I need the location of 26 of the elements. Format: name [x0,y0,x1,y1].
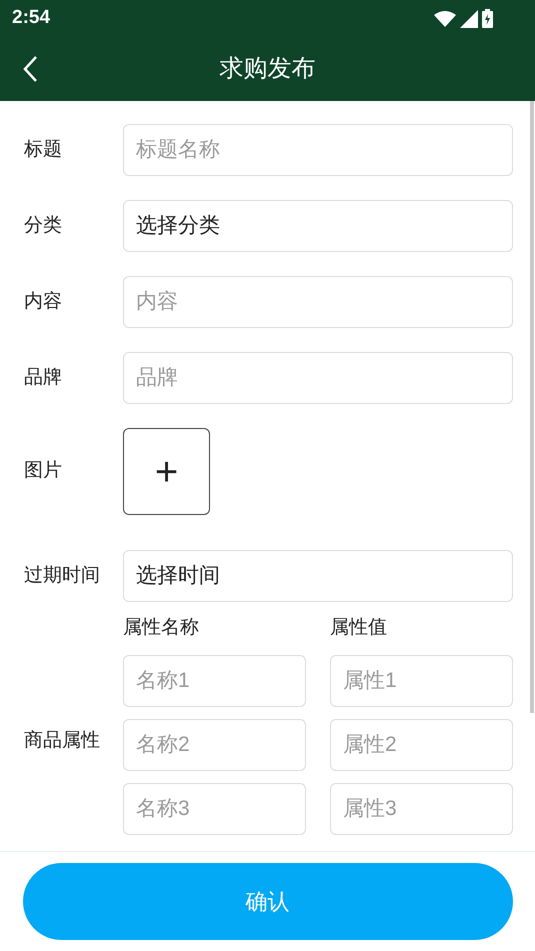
text-field[interactable]: 名称3 [123,782,306,834]
field-label: 图片 [24,459,63,484]
field-label: 品牌 [24,366,63,390]
field-label: 过期时间 [24,564,101,588]
text-field[interactable]: 内容 [123,276,513,328]
field-label: 标题 [24,138,63,162]
signal-icon [460,10,478,28]
page-title: 求购发布 [220,54,316,84]
wifi-icon [434,10,456,26]
text-field[interactable]: 名称1 [123,654,306,706]
status-time: 2:54 [12,6,50,30]
battery-icon [482,9,493,28]
add-image-button[interactable]: + [123,428,210,515]
field-label: 商品属性 [24,729,101,753]
select-field[interactable]: 选择分类 [123,200,513,252]
text-field[interactable]: 品牌 [123,352,513,404]
select-field[interactable]: 选择时间 [123,550,513,602]
field-label: 分类 [24,214,63,238]
text-field[interactable]: 标题名称 [123,124,513,176]
text-field[interactable]: 名称2 [123,718,306,770]
column-heading: 属性名称 [123,616,200,640]
text-field[interactable]: 属性3 [330,782,513,834]
field-label: 内容 [24,290,63,314]
column-heading: 属性值 [330,616,388,640]
text-field[interactable]: 属性2 [330,718,513,770]
text-field[interactable]: 属性1 [330,654,513,706]
